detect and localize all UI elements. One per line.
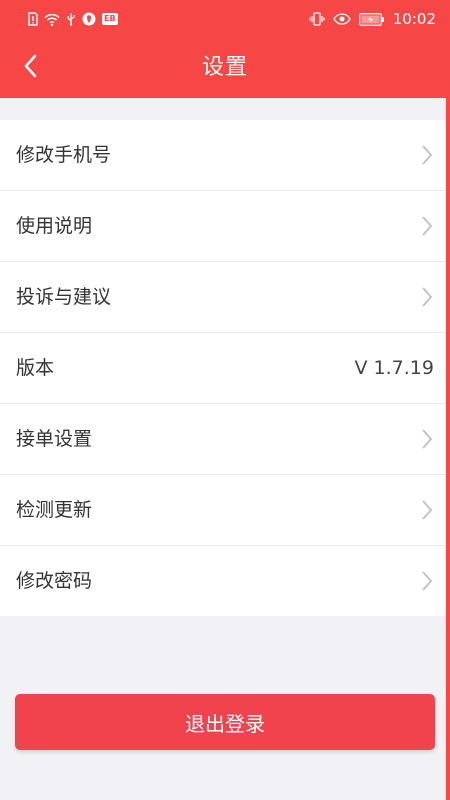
sim-alert-icon xyxy=(28,12,38,26)
settings-item-change-phone[interactable]: 修改手机号 xyxy=(0,120,450,191)
settings-item-label: 投诉与建议 xyxy=(16,286,112,308)
nav-bar: 设置 xyxy=(0,38,450,98)
status-left-icons: EB xyxy=(28,10,118,28)
vibrate-icon xyxy=(309,12,325,26)
location-icon xyxy=(82,12,96,26)
settings-item-label: 版本 xyxy=(16,357,55,379)
page-title: 设置 xyxy=(201,55,248,80)
usb-icon xyxy=(66,12,76,26)
settings-item-order-settings[interactable]: 接单设置 xyxy=(0,404,450,475)
wifi-icon xyxy=(44,13,60,26)
chevron-right-icon xyxy=(420,570,434,592)
eye-icon xyxy=(333,13,351,25)
version-value: V 1.7.19 xyxy=(354,357,434,379)
logout-button[interactable]: 退出登录 xyxy=(15,694,435,750)
status-bar: EB 10:02 xyxy=(0,0,450,38)
settings-item-check-update[interactable]: 检测更新 xyxy=(0,475,450,546)
settings-item-label: 修改手机号 xyxy=(16,144,112,166)
status-right-icons: 10:02 xyxy=(309,10,436,28)
notification-badge: EB xyxy=(102,13,118,25)
settings-item-label: 修改密码 xyxy=(16,570,93,592)
settings-item-label: 检测更新 xyxy=(16,499,93,521)
chevron-right-icon xyxy=(420,215,434,237)
chevron-right-icon xyxy=(420,144,434,166)
settings-item-label: 使用说明 xyxy=(16,215,93,237)
settings-list: 修改手机号 使用说明 投诉与建议 版本 V 1.7.19 接单设置 检测更新 修… xyxy=(0,120,450,616)
status-time: 10:02 xyxy=(392,10,436,28)
edge-accent xyxy=(446,98,450,800)
settings-item-change-password[interactable]: 修改密码 xyxy=(0,546,450,616)
chevron-right-icon xyxy=(420,499,434,521)
battery-icon xyxy=(358,12,385,26)
settings-item-instructions[interactable]: 使用说明 xyxy=(0,191,450,262)
settings-item-feedback[interactable]: 投诉与建议 xyxy=(0,262,450,333)
settings-item-version: 版本 V 1.7.19 xyxy=(0,333,450,404)
settings-screen: EB 10:02 设置 修改手机号 使用说明 投诉与建议 版本 V 1.7.19… xyxy=(0,0,450,800)
chevron-right-icon xyxy=(420,286,434,308)
chevron-right-icon xyxy=(420,428,434,450)
settings-item-label: 接单设置 xyxy=(16,428,93,450)
